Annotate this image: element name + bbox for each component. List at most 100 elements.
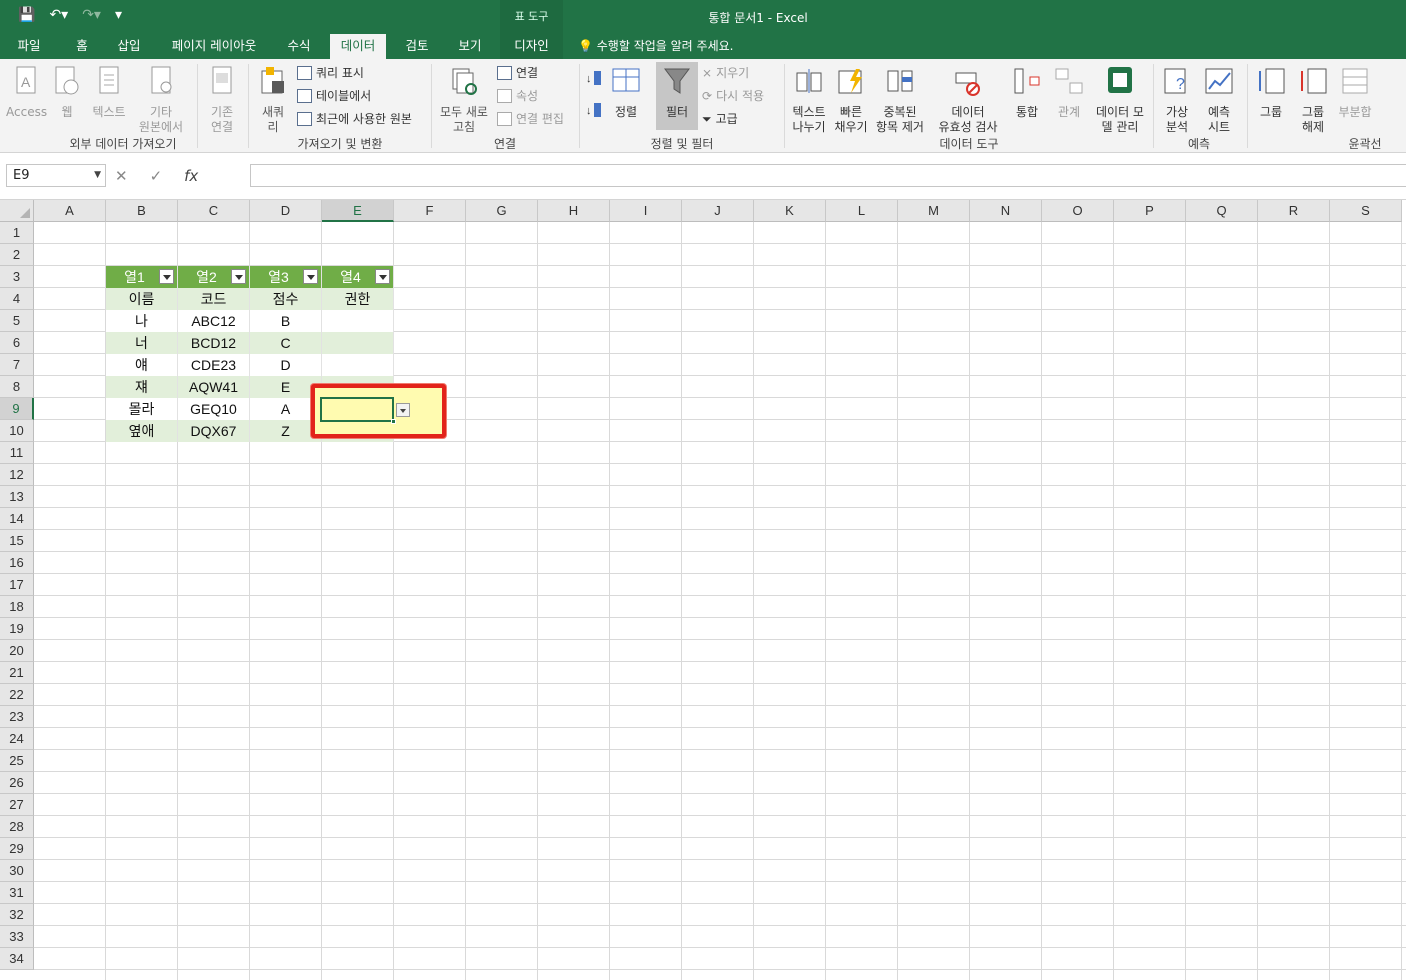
relationships-button[interactable]: 관계 [1050,65,1088,120]
row-header-8[interactable]: 8 [0,376,34,398]
table-cell[interactable] [322,332,394,354]
column-header-d[interactable]: D [250,200,322,222]
row-header-26[interactable]: 26 [0,772,34,794]
show-queries-button[interactable]: 쿼리 표시 [297,63,364,83]
row-header-28[interactable]: 28 [0,816,34,838]
table-cell[interactable]: CDE23 [178,354,250,376]
tab-home[interactable]: 홈 [58,34,106,59]
column-header-e[interactable]: E [322,200,394,222]
row-header-31[interactable]: 31 [0,882,34,904]
filter-dropdown-icon[interactable] [303,269,318,284]
row-header-21[interactable]: 21 [0,662,34,684]
table-cell[interactable]: 얘 [106,354,178,376]
name-box[interactable]: E9 ▼ [6,164,106,187]
sort-ascending-button[interactable]: ↓ [584,69,604,91]
row-header-12[interactable]: 12 [0,464,34,486]
table-cell[interactable]: DQX67 [178,420,250,442]
insert-function-icon[interactable]: fx [184,167,198,185]
from-text-button[interactable]: 텍스트 [88,65,130,120]
formula-input[interactable] [250,164,1406,187]
manage-data-model-button[interactable]: 데이터 모 델 관리 [1092,65,1148,135]
column-header-f[interactable]: F [394,200,466,222]
from-other-sources-button[interactable]: 기타 원본에서 [132,65,190,135]
column-header-p[interactable]: P [1114,200,1186,222]
row-header-16[interactable]: 16 [0,552,34,574]
column-header-i[interactable]: I [610,200,682,222]
row-header-1[interactable]: 1 [0,222,34,244]
refresh-all-button[interactable]: 모두 새로 고침 [436,65,492,135]
column-header-h[interactable]: H [538,200,610,222]
column-header-j[interactable]: J [682,200,754,222]
row-header-2[interactable]: 2 [0,244,34,266]
properties-button[interactable]: 속성 [497,86,538,106]
row-header-30[interactable]: 30 [0,860,34,882]
tab-view[interactable]: 보기 [448,34,492,59]
table-cell[interactable]: AQW41 [178,376,250,398]
group-button[interactable]: 그룹 [1252,65,1290,120]
row-header-10[interactable]: 10 [0,420,34,442]
row-header-5[interactable]: 5 [0,310,34,332]
sort-descending-button[interactable]: ↓ [584,101,604,123]
edit-links-button[interactable]: 연결 편집 [497,109,564,129]
row-header-6[interactable]: 6 [0,332,34,354]
row-header-27[interactable]: 27 [0,794,34,816]
row-header-32[interactable]: 32 [0,904,34,926]
what-if-analysis-button[interactable]: ? 가상 분석 [1158,65,1196,135]
table-cell[interactable]: 권한 [322,288,394,310]
row-header-24[interactable]: 24 [0,728,34,750]
table-cell[interactable]: 점수 [250,288,322,310]
data-validation-button[interactable]: 데이터 유효성 검사 [930,65,1006,135]
row-header-15[interactable]: 15 [0,530,34,552]
row-header-23[interactable]: 23 [0,706,34,728]
table-cell[interactable]: 이름 [106,288,178,310]
from-table-button[interactable]: 테이블에서 [297,86,371,106]
table-cell[interactable]: C [250,332,322,354]
text-to-columns-button[interactable]: 텍스트 나누기 [789,65,829,135]
table-cell[interactable]: ABC12 [178,310,250,332]
forecast-sheet-button[interactable]: 예측 시트 [1200,65,1238,135]
cancel-icon[interactable]: ✕ [115,167,128,185]
recent-sources-button[interactable]: 최근에 사용한 원본 [297,109,412,129]
column-header-r[interactable]: R [1258,200,1330,222]
consolidate-button[interactable]: 통합 [1010,65,1044,120]
tell-me-box[interactable]: 💡 수행할 작업을 알려 주세요. [578,34,733,58]
row-header-14[interactable]: 14 [0,508,34,530]
fill-handle[interactable] [391,419,396,424]
remove-duplicates-button[interactable]: 중복된 항목 제거 [873,65,927,135]
enter-icon[interactable]: ✓ [150,167,163,185]
column-header-n[interactable]: N [970,200,1042,222]
clear-filter-button[interactable]: ⨯ 지우기 [702,63,749,83]
table-header-col4[interactable]: 열4 [322,266,394,288]
table-cell[interactable]: B [250,310,322,332]
row-header-3[interactable]: 3 [0,266,34,288]
row-header-33[interactable]: 33 [0,926,34,948]
tab-insert[interactable]: 삽입 [106,34,152,59]
chevron-down-icon[interactable]: ▼ [94,165,101,186]
filter-dropdown-icon[interactable] [375,269,390,284]
table-cell[interactable] [322,354,394,376]
column-header-g[interactable]: G [466,200,538,222]
row-header-20[interactable]: 20 [0,640,34,662]
column-header-m[interactable]: M [898,200,970,222]
tab-formulas[interactable]: 수식 [276,34,322,59]
advanced-filter-button[interactable]: ⏷ 고급 [702,109,738,129]
existing-connections-button[interactable]: 기존 연결 [202,65,242,135]
row-header-13[interactable]: 13 [0,486,34,508]
filter-button[interactable]: 필터 [656,65,698,120]
new-query-button[interactable]: 새쿼 리 [254,65,292,135]
table-header-col1[interactable]: 열1 [106,266,178,288]
column-header-b[interactable]: B [106,200,178,222]
table-cell[interactable]: D [250,354,322,376]
table-cell[interactable]: 나 [106,310,178,332]
column-header-k[interactable]: K [754,200,826,222]
table-cell[interactable]: BCD12 [178,332,250,354]
active-cell-e9[interactable] [320,397,394,422]
row-header-17[interactable]: 17 [0,574,34,596]
row-header-4[interactable]: 4 [0,288,34,310]
select-all-button[interactable] [0,200,34,222]
table-header-col3[interactable]: 열3 [250,266,322,288]
row-header-9[interactable]: 9 [0,398,34,420]
table-cell[interactable]: 코드 [178,288,250,310]
reapply-button[interactable]: ⟳ 다시 적용 [702,86,764,106]
row-header-22[interactable]: 22 [0,684,34,706]
